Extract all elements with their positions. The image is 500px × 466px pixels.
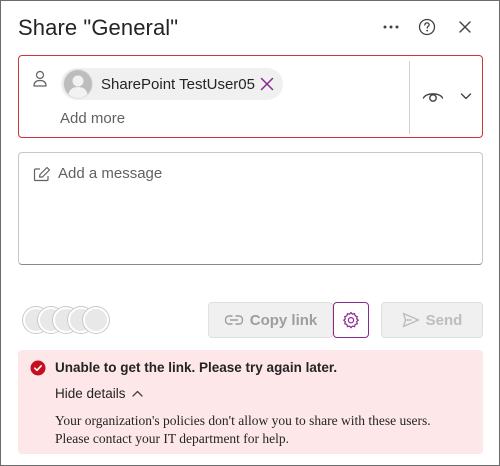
eye-icon [422, 93, 444, 102]
error-line-1: Your organization's policies don't allow… [55, 413, 431, 428]
send-icon [402, 312, 419, 328]
error-line-2: Please contact your IT department for he… [55, 431, 290, 446]
avatar [83, 307, 109, 333]
picker-divider [409, 61, 410, 134]
error-title: Unable to get the link. Please try again… [55, 360, 338, 375]
more-horizontal-icon [383, 25, 399, 29]
close-button[interactable] [451, 13, 479, 41]
link-icon [224, 315, 243, 325]
error-circle-icon [30, 360, 46, 376]
chevron-up-icon [131, 390, 143, 397]
error-banner: Unable to get the link. Please try again… [18, 350, 483, 454]
copy-link-button[interactable]: Copy link [208, 302, 333, 338]
help-button[interactable] [413, 13, 441, 41]
shared-with-avatars[interactable] [23, 307, 113, 335]
message-field[interactable]: Add a message [18, 152, 483, 265]
permission-dropdown[interactable] [422, 84, 472, 108]
more-options-button[interactable] [377, 13, 405, 41]
dismiss-icon[interactable] [258, 75, 276, 93]
link-settings-button[interactable] [333, 302, 369, 338]
copy-link-label: Copy link [249, 311, 318, 329]
help-circle-icon [418, 18, 436, 36]
recipient-chip[interactable]: SharePoint TestUser05 [61, 68, 283, 100]
send-button[interactable]: Send [381, 302, 483, 338]
dialog-title: Share "General" [18, 15, 179, 40]
add-more-input[interactable]: Add more [60, 110, 125, 127]
close-icon [459, 21, 471, 33]
person-icon [33, 70, 47, 87]
share-dialog: Share "General" SharePoint TestUser05 Ad… [0, 0, 500, 466]
hide-details-toggle[interactable]: Hide details [55, 386, 143, 401]
error-details: Your organization's policies don't allow… [55, 412, 475, 448]
avatar [63, 69, 93, 99]
recipient-name: SharePoint TestUser05 [101, 76, 255, 93]
people-picker[interactable]: SharePoint TestUser05 Add more [18, 55, 483, 138]
message-placeholder: Add a message [58, 165, 163, 182]
send-label: Send [425, 311, 463, 329]
hide-details-label: Hide details [55, 386, 126, 401]
gear-icon [343, 311, 359, 329]
chevron-down-icon [460, 93, 472, 100]
compose-icon [33, 166, 51, 182]
